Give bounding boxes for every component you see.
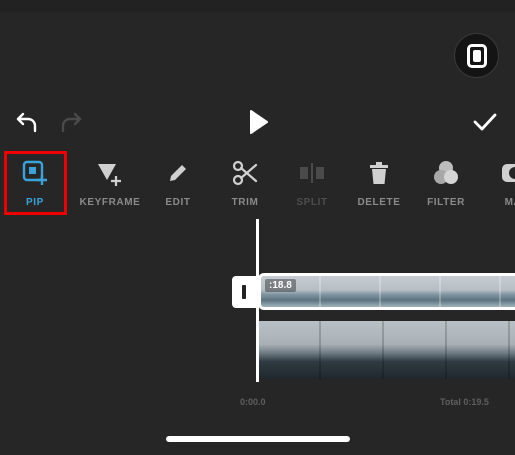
tool-trim[interactable]: TRIM — [210, 150, 280, 216]
pip-clip-frames — [261, 276, 515, 307]
timeline-start-time: 0:00.0 — [240, 397, 266, 407]
mask-icon — [502, 164, 515, 182]
keyframe-add-icon — [98, 164, 121, 186]
tool-label: TRIM — [231, 197, 259, 208]
tool-label: FILTER — [427, 197, 465, 208]
handle-grip — [242, 285, 246, 299]
tool-delete[interactable]: DELETE — [344, 150, 414, 216]
pip-clip[interactable]: :18.8 — [258, 273, 515, 310]
pip-clip-duration: :18.8 — [265, 279, 296, 292]
undo-button[interactable] — [12, 108, 42, 136]
filter-circles-icon — [434, 161, 458, 184]
pip-highlight-box — [4, 151, 67, 215]
tool-label: EDIT — [165, 197, 191, 208]
fullscreen-preview-icon — [466, 43, 487, 68]
main-video-clip[interactable] — [258, 321, 515, 379]
timeline-total-time: Total 0:19.5 — [440, 397, 489, 407]
tool-filter[interactable]: FILTER — [411, 150, 481, 216]
preview-toggle-button[interactable] — [454, 33, 499, 78]
pencil-icon — [170, 165, 186, 181]
edit-toolbar: PIP KEYFRAME EDIT TRIM SPLIT DELETE FILT… — [0, 150, 515, 216]
play-button[interactable] — [243, 108, 273, 136]
pip-clip-trim-handle[interactable] — [232, 276, 256, 308]
done-button[interactable] — [470, 108, 500, 136]
tool-label: MA — [504, 197, 515, 208]
home-indicator[interactable] — [166, 436, 350, 442]
status-bar — [0, 0, 515, 12]
tool-edit[interactable]: EDIT — [143, 150, 213, 216]
playhead[interactable] — [256, 219, 259, 382]
tool-mask[interactable]: MA — [478, 150, 515, 216]
tool-label: KEYFRAME — [79, 197, 141, 208]
redo-arrow-icon — [61, 112, 82, 133]
tool-split[interactable]: SPLIT — [277, 150, 347, 216]
checkmark-icon — [473, 113, 497, 131]
play-icon — [250, 110, 268, 134]
undo-arrow-icon — [16, 112, 37, 133]
tool-label: DELETE — [357, 197, 401, 208]
tool-keyframe[interactable]: KEYFRAME — [75, 150, 145, 216]
main-clip-frames — [258, 321, 515, 379]
trash-icon — [370, 162, 388, 184]
redo-button[interactable] — [56, 108, 86, 136]
split-icon — [300, 163, 324, 183]
scissors-icon — [232, 160, 258, 186]
tool-label: SPLIT — [296, 197, 328, 208]
